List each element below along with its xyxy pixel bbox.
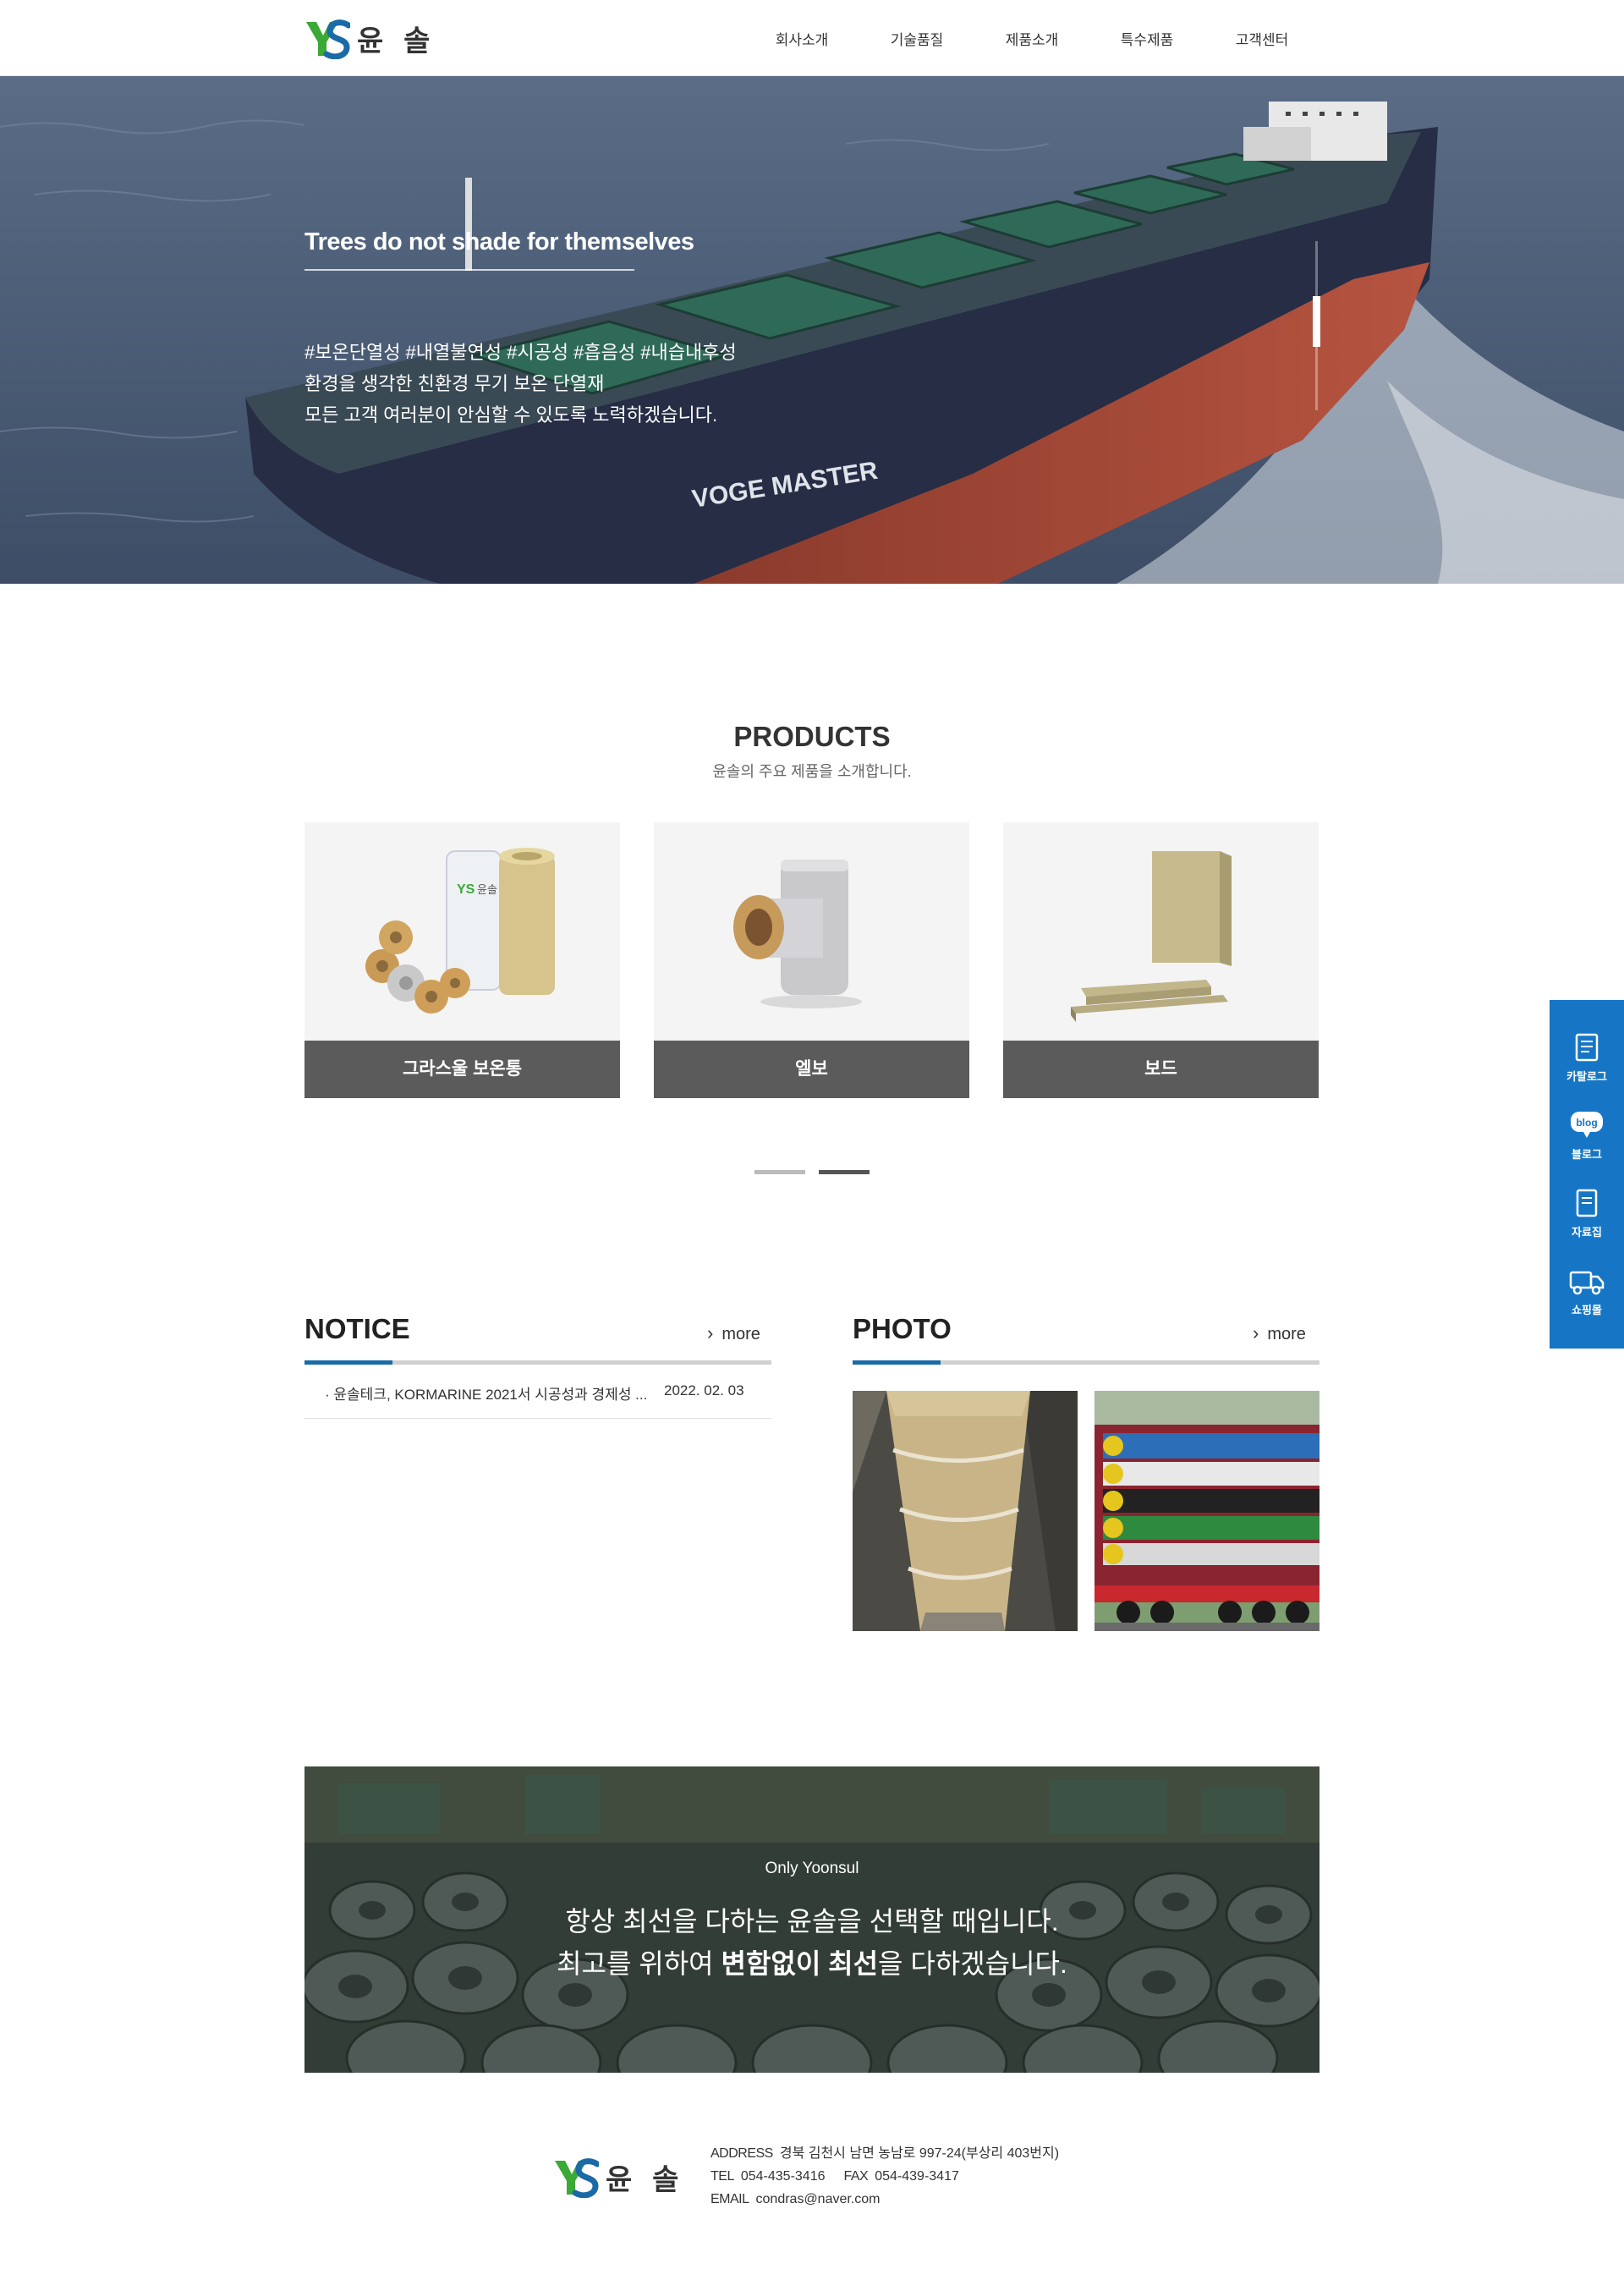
products-pager-dot[interactable] [754, 1170, 805, 1174]
hero-banner: VOGE MASTER Trees do not shade for thems… [0, 76, 1624, 584]
banner-line-2-post: 을 다하겠습니다. [878, 1948, 1067, 1979]
footer-address: 경북 김천시 남면 농남로 997-24(부상리 403번지) [779, 2146, 1060, 2161]
photo-thumb-1[interactable] [853, 1391, 1078, 1631]
banner-line-2-bold: 변함없이 최선 [721, 1948, 879, 1979]
pipe-insulation-image: YS 윤솔 [304, 822, 620, 1041]
board-panel-image [1003, 822, 1319, 1041]
document-icon [1576, 1189, 1598, 1217]
photo-thumb-2[interactable] [1095, 1391, 1320, 1631]
logo-mark-icon [555, 2158, 599, 2198]
notice-more-link[interactable]: › more [707, 1322, 760, 1344]
nav-item-special-products[interactable]: 특수제품 [1089, 28, 1204, 49]
chevron-right-icon: › [707, 1322, 714, 1343]
product-card-glasswool[interactable]: YS 윤솔 그라스울 보온통 [304, 822, 620, 1098]
notice-row[interactable]: · 윤솔테크, KORMARINE 2021서 시공성과 경제성 ... 202… [304, 1365, 771, 1419]
footer-tel-label: TEL [710, 2169, 734, 2184]
banner-line-1: 항상 최선을 다하는 윤솔을 선택할 때입니다. [565, 1906, 1059, 1937]
hero-slide-indicator-active [1313, 296, 1320, 347]
footer-info: ADDRESS 경북 김천시 남면 농남로 997-24(부상리 403번지) T… [710, 2142, 1059, 2211]
hero-title-underline [304, 269, 634, 271]
notice-more-label: more [721, 1325, 760, 1343]
blog-icon: blog [1571, 1112, 1603, 1138]
footer-address-label: ADDRESS [710, 2146, 773, 2161]
footer-tel: 054-435-3416 [740, 2169, 826, 2184]
hero-text: #보온단열성 #내열불연성 #시공성 #흡음성 #내습내후성 환경을 생각한 친… [304, 337, 737, 431]
hero-line-2: 환경을 생각한 친환경 무기 보온 단열재 [304, 373, 605, 394]
quick-menu-blog-label: 블로그 [1572, 1148, 1602, 1161]
quick-menu-blog[interactable]: blog 블로그 [1550, 1110, 1624, 1162]
products-pager-dot-active[interactable] [819, 1170, 870, 1174]
quick-menu-shop[interactable]: 쇼핑몰 [1550, 1266, 1624, 1317]
notice-title: NOTICE [304, 1313, 410, 1344]
nav-item-technology[interactable]: 기술품질 [859, 28, 974, 49]
product-card-board[interactable]: 보드 [1003, 822, 1319, 1098]
quick-menu: 카탈로그 blog 블로그 자료집 쇼핑몰 [1550, 1000, 1624, 1349]
nav-item-company[interactable]: 회사소개 [744, 28, 859, 49]
hero-hashtags: #보온단열성 #내열불연성 #시공성 #흡음성 #내습내후성 [304, 342, 737, 363]
pipe-shipment-truck-photo [1095, 1391, 1320, 1631]
notice-underline-accent [304, 1360, 392, 1365]
quick-menu-catalog[interactable]: 카탈로그 [1550, 1032, 1624, 1084]
quick-menu-shop-label: 쇼핑몰 [1572, 1304, 1602, 1316]
banner-kicker: Only Yoonsul [765, 1860, 859, 1877]
photo-underline-accent [853, 1360, 941, 1365]
logo-text: 윤 솔 [357, 24, 436, 58]
blog-badge-text: blog [1576, 1117, 1597, 1129]
product-label-glasswool: 그라스울 보온통 [304, 1041, 620, 1098]
quick-menu-documents[interactable]: 자료집 [1550, 1188, 1624, 1239]
photo-underline [853, 1360, 1320, 1365]
chevron-right-icon: › [1253, 1322, 1259, 1343]
banner-line-2: 최고를 위하여 변함없이 최선을 다하겠습니다. [304, 1942, 1320, 1981]
photo-more-link[interactable]: › more [1253, 1322, 1306, 1344]
svg-text:윤솔: 윤솔 [477, 884, 497, 897]
notice-underline [304, 1360, 771, 1365]
photo-more-label: more [1267, 1325, 1306, 1343]
quick-menu-catalog-label: 카탈로그 [1566, 1070, 1607, 1083]
site-header: 윤 솔 회사소개 기술품질 제품소개 특수제품 고객센터 [0, 0, 1624, 76]
main-nav: 회사소개 기술품질 제품소개 특수제품 고객센터 [744, 0, 1320, 76]
footer-email-label: EMAIL [710, 2192, 749, 2206]
elbow-fitting-image [654, 822, 969, 1041]
footer-fax-label: FAX [843, 2169, 869, 2184]
footer-fax: 054-439-3417 [875, 2169, 959, 2184]
footer-logo-text: 윤 솔 [606, 2162, 684, 2197]
product-label-board: 보드 [1003, 1041, 1319, 1098]
site-logo[interactable]: 윤 솔 [304, 17, 435, 59]
notice-row-date: 2022. 02. 03 [664, 1382, 744, 1398]
truck-icon [1569, 1271, 1605, 1295]
photo-title: PHOTO [853, 1313, 952, 1344]
hero-slide-indicator[interactable] [1313, 241, 1320, 410]
nav-item-customer-center[interactable]: 고객센터 [1204, 28, 1320, 49]
product-card-elbow[interactable]: 엘보 [654, 822, 969, 1098]
hero-ship-image: VOGE MASTER [0, 76, 1624, 584]
catalog-icon [1575, 1033, 1599, 1062]
footer-email[interactable]: condras@naver.com [756, 2192, 881, 2206]
products-title: PRODUCTS [733, 721, 891, 752]
insulated-pipe-photo [853, 1391, 1078, 1631]
hero-line-3: 모든 고객 여러분이 안심할 수 있도록 노력하겠습니다. [304, 404, 718, 426]
product-label-elbow: 엘보 [654, 1041, 969, 1098]
products-subtitle: 윤솔의 주요 제품을 소개합니다. [712, 763, 912, 780]
promo-banner: Only Yoonsul 항상 최선을 다하는 윤솔을 선택할 때입니다. 최고… [304, 1766, 1320, 2073]
hero-title: Trees do not shade for themselves [304, 228, 694, 255]
quick-menu-documents-label: 자료집 [1572, 1226, 1602, 1239]
nav-item-products[interactable]: 제품소개 [974, 28, 1089, 49]
products-pager [754, 1170, 870, 1174]
logo-mark-icon [306, 19, 350, 59]
footer-logo[interactable]: 윤 솔 [553, 2156, 683, 2198]
svg-text:YS: YS [457, 882, 475, 897]
notice-row-title: · 윤솔테크, KORMARINE 2021서 시공성과 경제성 ... [325, 1387, 648, 1403]
banner-line-2-pre: 최고를 위하여 [557, 1948, 721, 1979]
